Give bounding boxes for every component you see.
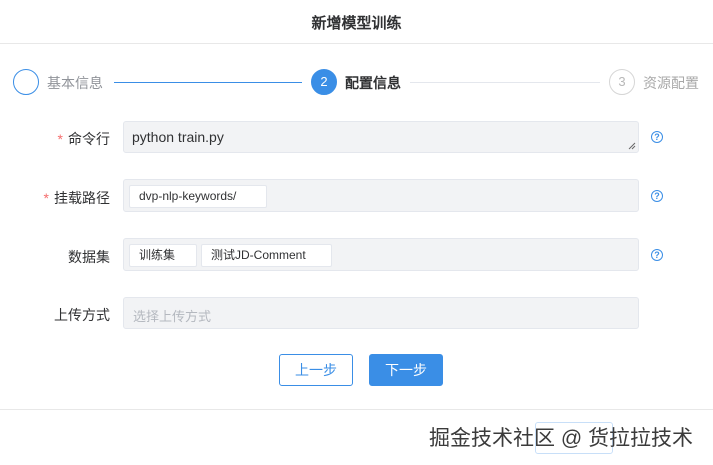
mount-path-help-icon[interactable]: ?	[651, 190, 663, 202]
watermark: 掘金技术社区 @ 货拉拉技术	[416, 421, 706, 457]
dataset-select[interactable]: 训练集 测试JD-Comment	[123, 238, 639, 271]
command-value: python train.py	[132, 129, 224, 145]
step-2-label: 配置信息	[345, 75, 401, 91]
dataset-label: 数据集	[68, 249, 110, 265]
mount-path-label: * 挂载路径	[0, 188, 110, 208]
step-connector-2	[410, 82, 600, 83]
dataset-help-icon[interactable]: ?	[651, 249, 663, 261]
command-help-icon[interactable]: ?	[651, 131, 663, 143]
next-button[interactable]: 下一步	[369, 354, 443, 386]
dialog-title: 新增模型训练	[311, 15, 402, 32]
footer-divider	[0, 409, 713, 410]
command-textarea[interactable]: python train.py	[123, 121, 639, 153]
dataset-tag-train[interactable]: 训练集	[129, 244, 197, 267]
resize-handle-icon[interactable]	[628, 142, 636, 150]
step-connector-1	[114, 82, 302, 83]
dialog-header: 新增模型训练	[0, 0, 713, 44]
step-3-circle: 3	[609, 69, 635, 95]
mount-path-select[interactable]: dvp-nlp-keywords/	[123, 179, 639, 212]
mount-path-label-text: 挂载路径	[54, 190, 110, 206]
upload-placeholder: 选择上传方式	[133, 309, 212, 324]
mount-path-tag[interactable]: dvp-nlp-keywords/	[129, 185, 267, 208]
command-label: * 命令行	[0, 129, 110, 149]
step-3-label: 资源配置	[643, 75, 699, 91]
required-mark: *	[43, 190, 49, 206]
upload-label: 上传方式	[54, 307, 110, 323]
step-1-circle	[13, 69, 39, 95]
step-1-label: 基本信息	[47, 75, 103, 91]
upload-select[interactable]: 选择上传方式	[123, 297, 639, 329]
prev-button[interactable]: 上一步	[279, 354, 353, 386]
step-2-circle: 2	[311, 69, 337, 95]
required-mark: *	[57, 131, 63, 147]
dataset-tag-test[interactable]: 测试JD-Comment	[201, 244, 332, 267]
command-label-text: 命令行	[68, 131, 110, 147]
